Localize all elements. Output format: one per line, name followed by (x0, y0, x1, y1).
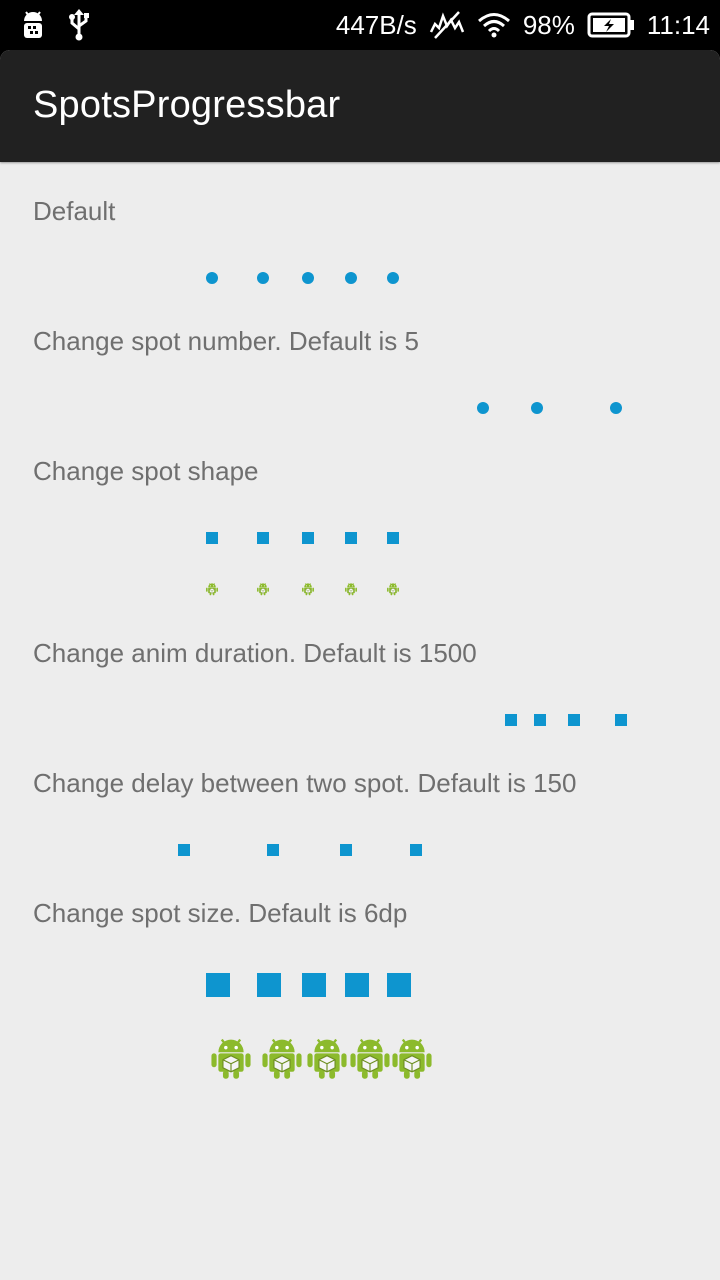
progress-spot (257, 272, 269, 284)
progress-spot (387, 532, 399, 544)
clock: 11:14 (646, 9, 710, 40)
progress-spot (534, 714, 546, 726)
progress-spot (610, 402, 622, 414)
progress-spot (387, 272, 399, 284)
progress-spot (340, 844, 352, 856)
progress-spot (387, 973, 411, 997)
progress-spot (267, 844, 279, 856)
section-label-delay: Change delay between two spot. Default i… (33, 768, 577, 798)
app-title: SpotsProgressbar (33, 84, 341, 126)
progress-spot (410, 844, 422, 856)
android-spot-icon (259, 1035, 305, 1086)
section-label-spot-number: Change spot number. Default is 5 (33, 326, 419, 356)
progress-spot (257, 532, 269, 544)
android-debug-icon (18, 9, 48, 41)
android-spot-icon (301, 582, 315, 601)
status-right: 447B/s 98% 11:14 (336, 0, 710, 50)
android-spot-icon (347, 1035, 393, 1086)
android-spot-icon (256, 582, 270, 601)
silent-mode-icon (429, 10, 465, 40)
section-label-spot-size: Change spot size. Default is 6dp (33, 898, 408, 928)
progress-spot (302, 272, 314, 284)
android-spot-icon (386, 582, 400, 601)
android-spot-icon (304, 1035, 350, 1086)
progress-spot (302, 532, 314, 544)
app-window: SpotsProgressbar Default Change spot num… (0, 50, 720, 1280)
progress-spot (345, 973, 369, 997)
status-bar: 447B/s 98% 11:14 (0, 0, 720, 50)
android-spot-icon (344, 582, 358, 601)
android-spot-icon (208, 1035, 254, 1086)
progress-spot (206, 532, 218, 544)
progress-spot (345, 272, 357, 284)
android-spot-icon (205, 582, 219, 601)
progress-spot (568, 714, 580, 726)
net-speed: 447B/s (335, 9, 417, 40)
action-bar: SpotsProgressbar (0, 50, 720, 162)
battery-charging-icon (587, 11, 635, 39)
section-label-default: Default (33, 196, 116, 226)
progress-spot (615, 714, 627, 726)
progress-spot (477, 402, 489, 414)
battery-percent: 98% (522, 9, 575, 40)
progress-spot (531, 402, 543, 414)
android-spot-icon (389, 1035, 435, 1086)
progress-spot (178, 844, 190, 856)
progress-spot (206, 272, 218, 284)
progress-spot (302, 973, 326, 997)
section-label-spot-shape: Change spot shape (33, 456, 259, 486)
status-left-icons (18, 8, 90, 42)
progress-spot (505, 714, 517, 726)
usb-icon (68, 9, 90, 41)
progress-spot (257, 973, 281, 997)
wifi-icon (477, 11, 511, 39)
progress-spot (206, 973, 230, 997)
progress-spot (345, 532, 357, 544)
section-label-anim-duration: Change anim duration. Default is 1500 (33, 638, 477, 668)
